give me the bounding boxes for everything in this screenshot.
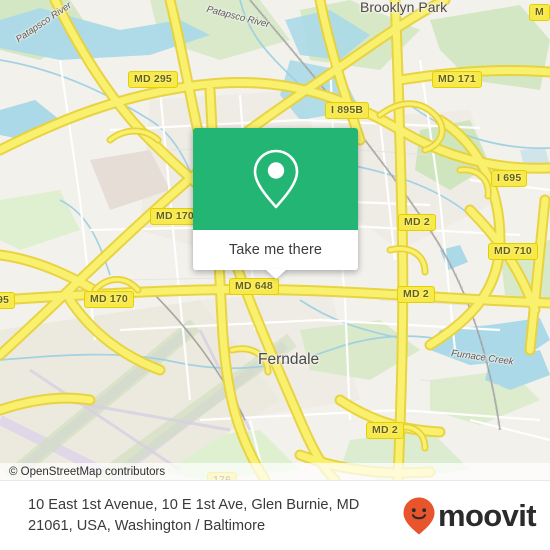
road-shield-md-2: MD 2 [397,286,435,303]
place-label-ferndale: Ferndale [258,351,320,368]
destination-callout-card[interactable]: Take me there [193,128,358,279]
road-shield-i-95: 95 [0,292,16,309]
address-line-1: 10 East 1st Avenue, 10 E 1st Ave, Glen B… [28,496,360,513]
road-shield-md-2: MD 2 [366,422,404,439]
map-attribution-bar: © OpenStreetMap contributors [0,463,550,480]
road-shield-md-170: MD 170 [84,291,134,308]
road-shield-i-895b: I 895B [325,102,370,119]
road-shield-md-partial: M [529,4,550,21]
map-canvas[interactable]: Patapsco River Patapsco River Furnace Cr… [0,0,550,480]
road-shield-md-648: MD 648 [229,278,279,295]
footer-bar: 10 East 1st Avenue, 10 E 1st Ave, Glen B… [0,480,550,550]
road-shield-md-710: MD 710 [488,243,538,260]
moovit-smiley-pin-icon [403,497,435,534]
road-shield-i-695: I 695 [491,170,528,187]
moovit-logo[interactable]: moovit [402,496,537,536]
moovit-map-screenshot: Patapsco River Patapsco River Furnace Cr… [0,0,550,550]
road-shield-md-295: MD 295 [128,71,178,88]
moovit-wordmark: moovit [437,498,537,533]
address-line-2: 21061, USA, Washington / Baltimore [28,517,266,534]
address-text: 10 East 1st Avenue, 10 E 1st Ave, Glen B… [28,495,359,537]
osm-attribution-text: © OpenStreetMap contributors [9,465,166,478]
take-me-there-label: Take me there [228,242,323,258]
road-shield-md-2: MD 2 [398,214,436,231]
location-pin-icon [253,149,298,209]
card-pointer-tail [264,269,287,279]
card-header [193,128,358,230]
road-shield-md-171: MD 171 [432,71,482,88]
place-label-brooklyn-park: Brooklyn Park [360,0,448,15]
card-footer[interactable]: Take me there [193,230,358,279]
